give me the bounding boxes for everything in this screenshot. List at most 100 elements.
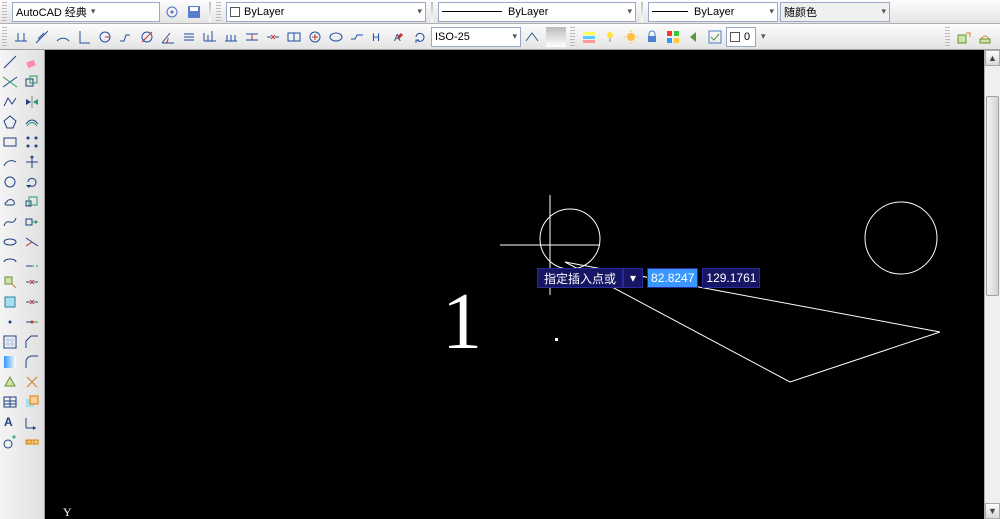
workspace-settings-button[interactable] [162,2,182,22]
layer-freeze-button[interactable] [621,27,641,47]
mtext-button[interactable]: A [0,412,20,432]
scale-icon [24,194,40,210]
dim-break-button[interactable] [263,27,283,47]
dim-linear-button[interactable] [11,27,31,47]
layer-on-button[interactable] [600,27,620,47]
circle-button[interactable] [0,172,20,192]
add-selected-button[interactable] [0,432,20,452]
dim-update-button[interactable] [410,27,430,47]
dim-diameter-button[interactable] [137,27,157,47]
grip [570,27,575,47]
layer-current-combo[interactable]: 0 [726,27,756,47]
dimstyle-combo[interactable]: ISO-25 ▾ [431,27,521,47]
array-button[interactable] [22,132,42,152]
dim-ordinate-icon [76,29,92,45]
line-button[interactable] [0,52,20,72]
mirror-button[interactable] [22,92,42,112]
dim-radius-button[interactable] [95,27,115,47]
join-icon [24,314,40,330]
hatch-button[interactable] [0,332,20,352]
chamfer-button[interactable] [22,332,42,352]
ucs-button[interactable] [22,412,42,432]
region-button[interactable] [0,372,20,392]
dyn-value-y[interactable]: 129.1761 [702,268,760,288]
plotstyle-combo[interactable]: 随颜色 ▾ [780,2,890,22]
offset-button[interactable] [22,112,42,132]
layer-previous-button[interactable] [684,27,704,47]
ellipse-button[interactable] [0,232,20,252]
dim-ordinate-button[interactable] [74,27,94,47]
explode-button[interactable] [22,372,42,392]
revcloud-button[interactable] [0,192,20,212]
dim-center-button[interactable] [305,27,325,47]
layer-manager-button[interactable] [579,27,599,47]
dimstyle-manager-button[interactable] [522,27,542,47]
scroll-track[interactable] [985,66,1000,503]
polygon-button[interactable] [0,112,20,132]
dyn-value-x[interactable]: 82.8247 [647,268,698,288]
trim-button[interactable] [22,232,42,252]
measure-button[interactable] [22,432,42,452]
dim-baseline-button[interactable] [200,27,220,47]
vertical-scrollbar[interactable]: ▲ ▼ [984,50,1000,519]
workspace-save-button[interactable] [184,2,204,22]
scroll-up-button[interactable]: ▲ [985,50,1000,66]
scroll-thumb[interactable] [986,96,999,296]
block-insert-button[interactable] [954,27,974,47]
lineweight-combo[interactable]: ByLayer ▾ [648,2,778,22]
linetype-combo[interactable]: ByLayer ▾ [438,2,636,22]
workspace-combo[interactable]: AutoCAD 经典 ▾ [12,2,160,22]
dim-textedit-button[interactable]: A [389,27,409,47]
xline-button[interactable] [0,72,20,92]
polyline-button[interactable] [0,92,20,112]
dim-continue-button[interactable] [221,27,241,47]
scroll-down-button[interactable]: ▼ [985,503,1000,519]
dim-tolerance-button[interactable] [284,27,304,47]
dyn-value-y-text: 129.1761 [706,271,756,285]
break-button[interactable] [22,292,42,312]
dim-jogline-button[interactable] [347,27,367,47]
dyn-prompt: 指定插入点或 [537,268,623,288]
fillet-button[interactable] [22,352,42,372]
dim-jogged-button[interactable] [116,27,136,47]
rotate-button[interactable] [22,172,42,192]
gradient-button[interactable] [0,352,20,372]
layer-lock-button[interactable] [642,27,662,47]
rectangle-button[interactable] [0,132,20,152]
draworder-button[interactable] [22,392,42,412]
dim-arclength-button[interactable] [53,27,73,47]
dim-arclength-icon [55,29,71,45]
join-button[interactable] [22,312,42,332]
make-block-button[interactable] [0,292,20,312]
mirror-icon [24,94,40,110]
stretch-button[interactable] [22,212,42,232]
dim-quick-button[interactable] [179,27,199,47]
drawing-canvas[interactable]: 1 指定插入点或 ▾ 82.8247 129.1761 X Y ▲ [45,50,1000,519]
table-button[interactable] [0,392,20,412]
dim-angular-button[interactable] [158,27,178,47]
layer-state-button[interactable] [705,27,725,47]
scale-button[interactable] [22,192,42,212]
gradient-icon [2,354,18,370]
layer-state-icon [707,29,723,45]
dyn-menu-icon[interactable]: ▾ [623,268,643,288]
dim-spacing-button[interactable] [242,27,262,47]
move-button[interactable] [22,152,42,172]
xref-manager-button[interactable] [975,27,995,47]
dim-aligned-button[interactable] [32,27,52,47]
copy-button[interactable] [22,72,42,92]
dim-inspection-button[interactable] [326,27,346,47]
dim-continue-icon [223,29,239,45]
insert-button[interactable] [0,272,20,292]
point-button[interactable] [0,312,20,332]
erase-button[interactable] [22,52,42,72]
layer-color-combo[interactable]: ByLayer ▾ [226,2,426,22]
spline-button[interactable] [0,212,20,232]
layer-color-button[interactable] [663,27,683,47]
svg-text:H: H [372,32,380,44]
ellipse-arc-button[interactable] [0,252,20,272]
break-at-button[interactable] [22,272,42,292]
dim-edit-button[interactable]: H [368,27,388,47]
extend-button[interactable] [22,252,42,272]
arc-button[interactable] [0,152,20,172]
